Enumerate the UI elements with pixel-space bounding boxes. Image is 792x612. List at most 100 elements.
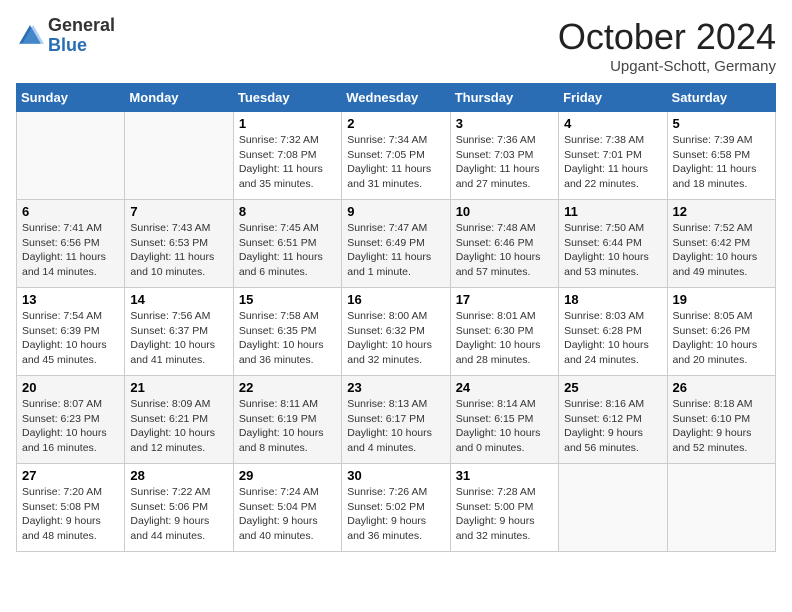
week-row-5: 27 Sunrise: 7:20 AM Sunset: 5:08 PM Dayli…: [17, 464, 776, 552]
day-cell: 6Sunrise: 7:41 AM Sunset: 6:56 PM Daylig…: [17, 200, 125, 288]
weekday-header-wednesday: Wednesday: [342, 84, 450, 112]
day-number: 23: [347, 380, 444, 395]
day-number: 10: [456, 204, 553, 219]
day-info: Sunrise: 7:52 AM Sunset: 6:42 PM Dayligh…: [673, 221, 770, 280]
weekday-header-thursday: Thursday: [450, 84, 558, 112]
day-cell: 27 Sunrise: 7:20 AM Sunset: 5:08 PM Dayli…: [17, 464, 125, 552]
day-number: 27: [22, 468, 119, 483]
day-number: 29: [239, 468, 336, 483]
day-info: Sunrise: 8:09 AM Sunset: 6:21 PM Dayligh…: [130, 397, 227, 456]
day-cell: 16Sunrise: 8:00 AM Sunset: 6:32 PM Dayli…: [342, 288, 450, 376]
day-cell: 24 Sunrise: 8:14 AM Sunset: 6:15 PM Dayli…: [450, 376, 558, 464]
location: Upgant-Schott, Germany: [558, 58, 776, 75]
day-info: Sunrise: 8:05 AM Sunset: 6:26 PM Dayligh…: [673, 309, 770, 368]
day-number: 12: [673, 204, 770, 219]
day-info: Sunrise: 7:22 AM Sunset: 5:06 PM Dayligh…: [130, 485, 227, 544]
day-cell: 12 Sunrise: 7:52 AM Sunset: 6:42 PM Dayli…: [667, 200, 775, 288]
day-info: Sunrise: 7:48 AM Sunset: 6:46 PM Dayligh…: [456, 221, 553, 280]
day-number: 26: [673, 380, 770, 395]
day-cell: 9 Sunrise: 7:47 AM Sunset: 6:49 PM Daylig…: [342, 200, 450, 288]
day-info: Sunrise: 7:32 AM Sunset: 7:08 PM Dayligh…: [239, 133, 336, 192]
day-number: 3: [456, 116, 553, 131]
day-number: 19: [673, 292, 770, 307]
weekday-header-sunday: Sunday: [17, 84, 125, 112]
week-row-3: 13Sunrise: 7:54 AM Sunset: 6:39 PM Dayli…: [17, 288, 776, 376]
weekday-header-row: SundayMondayTuesdayWednesdayThursdayFrid…: [17, 84, 776, 112]
day-cell: 21Sunrise: 8:09 AM Sunset: 6:21 PM Dayli…: [125, 376, 233, 464]
weekday-header-tuesday: Tuesday: [233, 84, 341, 112]
day-cell: 20Sunrise: 8:07 AM Sunset: 6:23 PM Dayli…: [17, 376, 125, 464]
day-cell: 2 Sunrise: 7:34 AM Sunset: 7:05 PM Daylig…: [342, 112, 450, 200]
day-cell: 28 Sunrise: 7:22 AM Sunset: 5:06 PM Dayli…: [125, 464, 233, 552]
week-row-4: 20Sunrise: 8:07 AM Sunset: 6:23 PM Dayli…: [17, 376, 776, 464]
day-number: 2: [347, 116, 444, 131]
logo-icon: [16, 22, 44, 50]
day-cell: 5 Sunrise: 7:39 AM Sunset: 6:58 PM Daylig…: [667, 112, 775, 200]
day-cell: 25Sunrise: 8:16 AM Sunset: 6:12 PM Dayli…: [559, 376, 667, 464]
day-number: 22: [239, 380, 336, 395]
day-number: 15: [239, 292, 336, 307]
week-row-2: 6Sunrise: 7:41 AM Sunset: 6:56 PM Daylig…: [17, 200, 776, 288]
day-number: 13: [22, 292, 119, 307]
day-cell: 8Sunrise: 7:45 AM Sunset: 6:51 PM Daylig…: [233, 200, 341, 288]
day-number: 14: [130, 292, 227, 307]
day-cell: [667, 464, 775, 552]
day-cell: 22 Sunrise: 8:11 AM Sunset: 6:19 PM Dayli…: [233, 376, 341, 464]
day-cell: 3Sunrise: 7:36 AM Sunset: 7:03 PM Daylig…: [450, 112, 558, 200]
day-info: Sunrise: 7:50 AM Sunset: 6:44 PM Dayligh…: [564, 221, 661, 280]
weekday-header-monday: Monday: [125, 84, 233, 112]
page-header: General Blue October 2024 Upgant-Schott,…: [16, 16, 776, 75]
day-number: 8: [239, 204, 336, 219]
day-number: 31: [456, 468, 553, 483]
logo: General Blue: [16, 16, 115, 56]
month-title: October 2024: [558, 16, 776, 58]
day-cell: 23Sunrise: 8:13 AM Sunset: 6:17 PM Dayli…: [342, 376, 450, 464]
day-cell: 26 Sunrise: 8:18 AM Sunset: 6:10 PM Dayli…: [667, 376, 775, 464]
day-cell: [559, 464, 667, 552]
day-info: Sunrise: 7:58 AM Sunset: 6:35 PM Dayligh…: [239, 309, 336, 368]
day-number: 1: [239, 116, 336, 131]
day-cell: 11Sunrise: 7:50 AM Sunset: 6:44 PM Dayli…: [559, 200, 667, 288]
day-number: 18: [564, 292, 661, 307]
day-info: Sunrise: 7:34 AM Sunset: 7:05 PM Dayligh…: [347, 133, 444, 192]
logo-blue: Blue: [48, 36, 115, 56]
day-info: Sunrise: 8:16 AM Sunset: 6:12 PM Dayligh…: [564, 397, 661, 456]
day-number: 17: [456, 292, 553, 307]
day-cell: 4 Sunrise: 7:38 AM Sunset: 7:01 PM Daylig…: [559, 112, 667, 200]
day-cell: 10 Sunrise: 7:48 AM Sunset: 6:46 PM Dayli…: [450, 200, 558, 288]
weekday-header-saturday: Saturday: [667, 84, 775, 112]
day-info: Sunrise: 7:43 AM Sunset: 6:53 PM Dayligh…: [130, 221, 227, 280]
day-number: 24: [456, 380, 553, 395]
day-cell: 13Sunrise: 7:54 AM Sunset: 6:39 PM Dayli…: [17, 288, 125, 376]
day-cell: 7 Sunrise: 7:43 AM Sunset: 6:53 PM Daylig…: [125, 200, 233, 288]
day-info: Sunrise: 8:14 AM Sunset: 6:15 PM Dayligh…: [456, 397, 553, 456]
day-info: Sunrise: 8:03 AM Sunset: 6:28 PM Dayligh…: [564, 309, 661, 368]
day-cell: [125, 112, 233, 200]
day-cell: 31Sunrise: 7:28 AM Sunset: 5:00 PM Dayli…: [450, 464, 558, 552]
day-info: Sunrise: 8:18 AM Sunset: 6:10 PM Dayligh…: [673, 397, 770, 456]
day-info: Sunrise: 7:20 AM Sunset: 5:08 PM Dayligh…: [22, 485, 119, 544]
day-number: 20: [22, 380, 119, 395]
day-number: 4: [564, 116, 661, 131]
day-info: Sunrise: 7:24 AM Sunset: 5:04 PM Dayligh…: [239, 485, 336, 544]
calendar-table: SundayMondayTuesdayWednesdayThursdayFrid…: [16, 83, 776, 552]
day-number: 9: [347, 204, 444, 219]
day-number: 5: [673, 116, 770, 131]
day-info: Sunrise: 8:11 AM Sunset: 6:19 PM Dayligh…: [239, 397, 336, 456]
day-info: Sunrise: 7:38 AM Sunset: 7:01 PM Dayligh…: [564, 133, 661, 192]
day-info: Sunrise: 7:39 AM Sunset: 6:58 PM Dayligh…: [673, 133, 770, 192]
logo-text: General Blue: [48, 16, 115, 56]
title-block: October 2024 Upgant-Schott, Germany: [558, 16, 776, 75]
day-cell: 14 Sunrise: 7:56 AM Sunset: 6:37 PM Dayli…: [125, 288, 233, 376]
day-info: Sunrise: 7:56 AM Sunset: 6:37 PM Dayligh…: [130, 309, 227, 368]
day-number: 7: [130, 204, 227, 219]
day-info: Sunrise: 8:00 AM Sunset: 6:32 PM Dayligh…: [347, 309, 444, 368]
logo-general: General: [48, 16, 115, 36]
day-cell: 30Sunrise: 7:26 AM Sunset: 5:02 PM Dayli…: [342, 464, 450, 552]
day-number: 28: [130, 468, 227, 483]
day-cell: 15 Sunrise: 7:58 AM Sunset: 6:35 PM Dayli…: [233, 288, 341, 376]
week-row-1: 1 Sunrise: 7:32 AM Sunset: 7:08 PM Daylig…: [17, 112, 776, 200]
day-cell: 19 Sunrise: 8:05 AM Sunset: 6:26 PM Dayli…: [667, 288, 775, 376]
day-cell: 1 Sunrise: 7:32 AM Sunset: 7:08 PM Daylig…: [233, 112, 341, 200]
day-info: Sunrise: 7:47 AM Sunset: 6:49 PM Dayligh…: [347, 221, 444, 280]
